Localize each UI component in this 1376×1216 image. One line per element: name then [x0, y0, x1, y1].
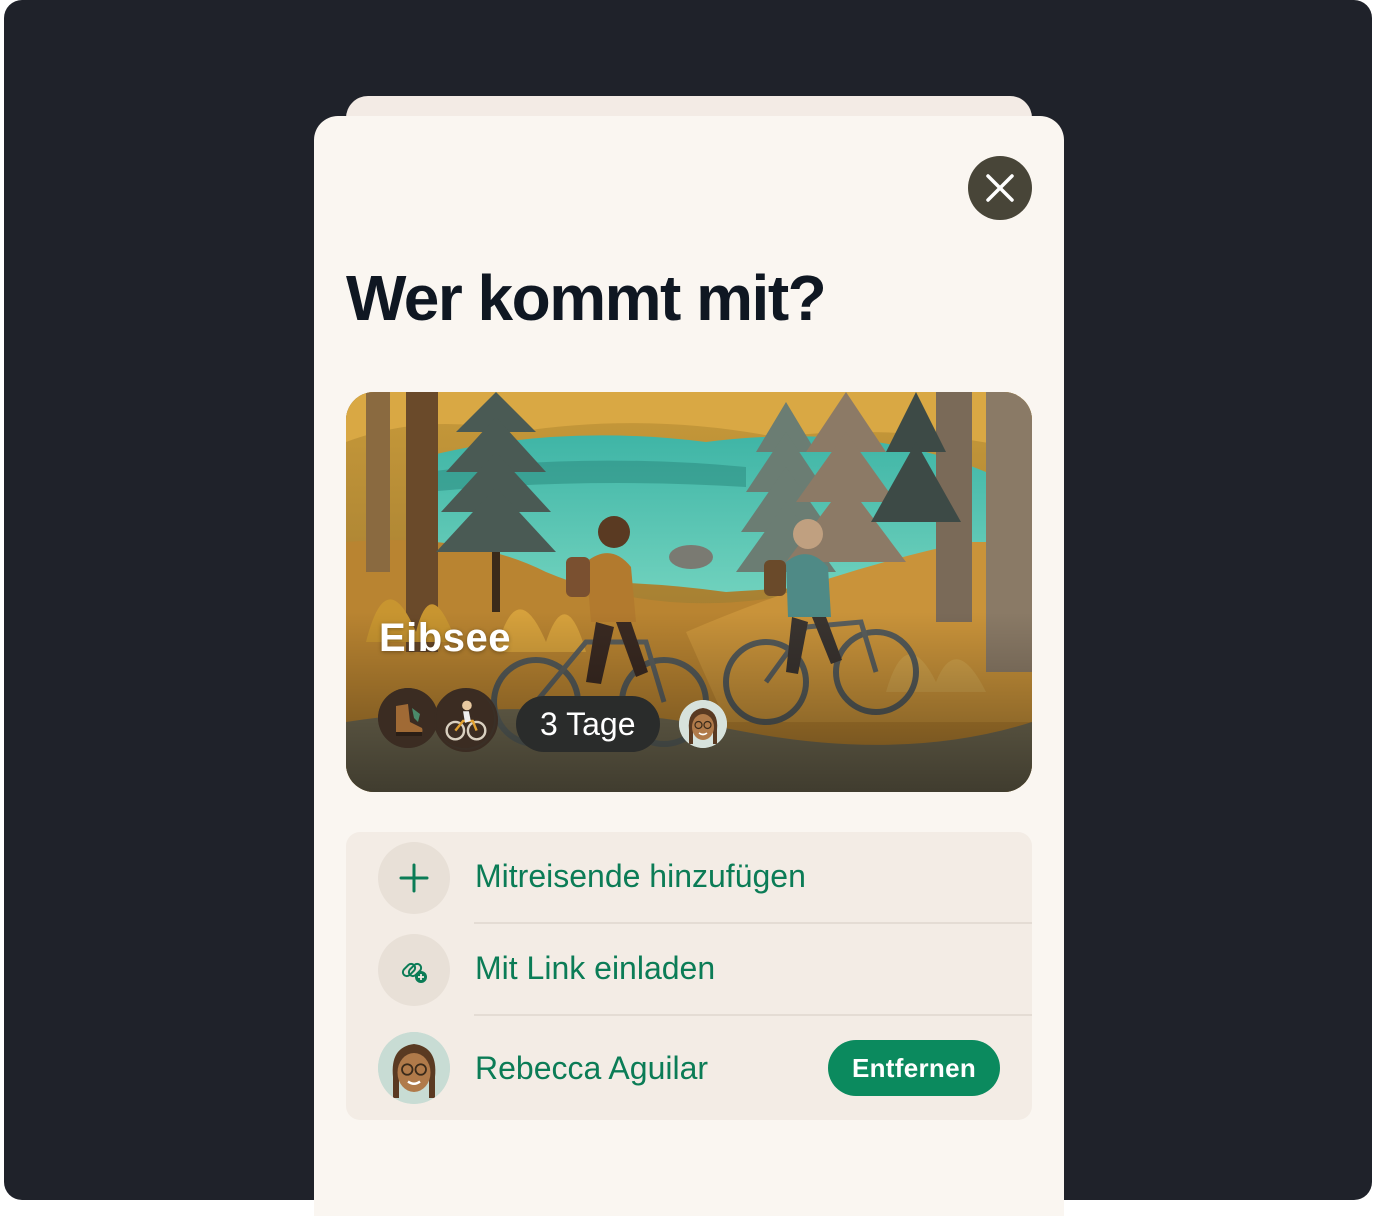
divider [474, 1014, 1032, 1016]
add-travelers-label: Mitreisende hinzufügen [475, 858, 806, 894]
travelers-list: Mitreisende hinzufügen Mit Link einladen [346, 832, 1032, 1120]
plus-icon [399, 863, 429, 893]
trip-name: Eibsee [379, 616, 511, 660]
close-icon [986, 174, 1014, 202]
link-add-icon [401, 962, 427, 983]
link-icon-circle [378, 934, 450, 1006]
add-travelers-row[interactable]: Mitreisende hinzufügen [346, 832, 1032, 924]
plus-icon-circle [378, 842, 450, 914]
page-title: Wer kommt mit? [346, 262, 827, 334]
trip-duration-badge: 3 Tage [516, 696, 660, 752]
traveler-name: Rebecca Aguilar [475, 1050, 709, 1086]
trip-card[interactable]: Eibsee 3 Tage [346, 392, 1032, 792]
close-button[interactable] [968, 156, 1032, 220]
invite-link-label: Mit Link einladen [475, 950, 716, 986]
cyclist-icon [434, 688, 498, 752]
hiking-boot-icon [378, 688, 438, 748]
memoji-avatar [378, 1032, 450, 1104]
memoji-avatar [679, 700, 727, 748]
invite-link-row[interactable]: Mit Link einladen [346, 924, 1032, 1016]
remove-traveler-button[interactable]: Entfernen [828, 1040, 1000, 1096]
